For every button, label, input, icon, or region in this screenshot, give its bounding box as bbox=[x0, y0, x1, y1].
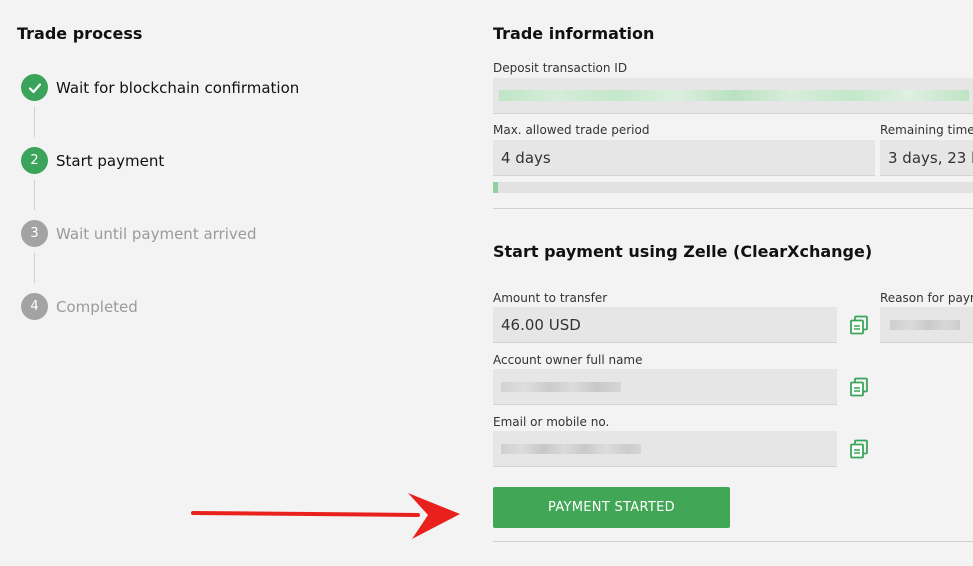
email-label: Email or mobile no. bbox=[493, 415, 610, 429]
step-3-label: Wait until payment arrived bbox=[56, 224, 257, 243]
blurred-tx-id bbox=[499, 90, 969, 101]
payment-started-button[interactable]: PAYMENT STARTED bbox=[493, 487, 730, 528]
step-2-label: Start payment bbox=[56, 151, 165, 170]
step-connector bbox=[34, 253, 35, 283]
step-4: 4 Completed bbox=[21, 293, 138, 320]
step-connector bbox=[34, 180, 35, 210]
owner-name-label: Account owner full name bbox=[493, 353, 643, 367]
step-1: Wait for blockchain confirmation bbox=[21, 74, 299, 101]
step-4-label: Completed bbox=[56, 297, 138, 316]
arrow-annotation bbox=[191, 493, 460, 539]
reason-label: Reason for paym bbox=[880, 291, 973, 305]
step-2-number: 2 bbox=[21, 147, 48, 174]
blurred-reason bbox=[890, 320, 960, 330]
amount-field[interactable]: 46.00 USD bbox=[493, 307, 837, 343]
step-connector bbox=[34, 107, 35, 137]
step-2: 2 Start payment bbox=[21, 147, 164, 174]
remaining-time-field[interactable]: 3 days, 23 h bbox=[880, 140, 973, 176]
copy-icon[interactable] bbox=[848, 314, 870, 336]
blurred-owner-name bbox=[501, 382, 621, 392]
owner-name-field[interactable] bbox=[493, 369, 837, 405]
section-divider bbox=[493, 208, 973, 209]
max-period-field[interactable]: 4 days bbox=[493, 140, 875, 176]
step-3: 3 Wait until payment arrived bbox=[21, 220, 257, 247]
email-field[interactable] bbox=[493, 431, 837, 467]
bottom-divider bbox=[493, 541, 973, 542]
remaining-time-label: Remaining time bbox=[880, 123, 973, 137]
copy-icon[interactable] bbox=[848, 376, 870, 398]
payment-title: Start payment using Zelle (ClearXchange) bbox=[493, 242, 873, 261]
copy-icon[interactable] bbox=[848, 438, 870, 460]
trade-process-panel: Trade process Wait for blockchain confir… bbox=[0, 0, 470, 566]
step-4-number: 4 bbox=[21, 293, 48, 320]
trade-information-panel: Trade information Deposit transaction ID… bbox=[493, 0, 973, 566]
trade-period-progress-fill bbox=[493, 182, 498, 193]
step-1-label: Wait for blockchain confirmation bbox=[56, 78, 300, 97]
deposit-tx-label: Deposit transaction ID bbox=[493, 61, 628, 75]
trade-process-title: Trade process bbox=[17, 24, 143, 43]
reason-field[interactable] bbox=[880, 307, 973, 343]
amount-label: Amount to transfer bbox=[493, 291, 608, 305]
trade-period-progress bbox=[493, 182, 973, 193]
check-icon bbox=[21, 74, 48, 101]
trade-information-title: Trade information bbox=[493, 24, 655, 43]
blurred-email bbox=[501, 444, 641, 454]
step-3-number: 3 bbox=[21, 220, 48, 247]
max-period-label: Max. allowed trade period bbox=[493, 123, 650, 137]
deposit-tx-field[interactable] bbox=[493, 78, 973, 114]
